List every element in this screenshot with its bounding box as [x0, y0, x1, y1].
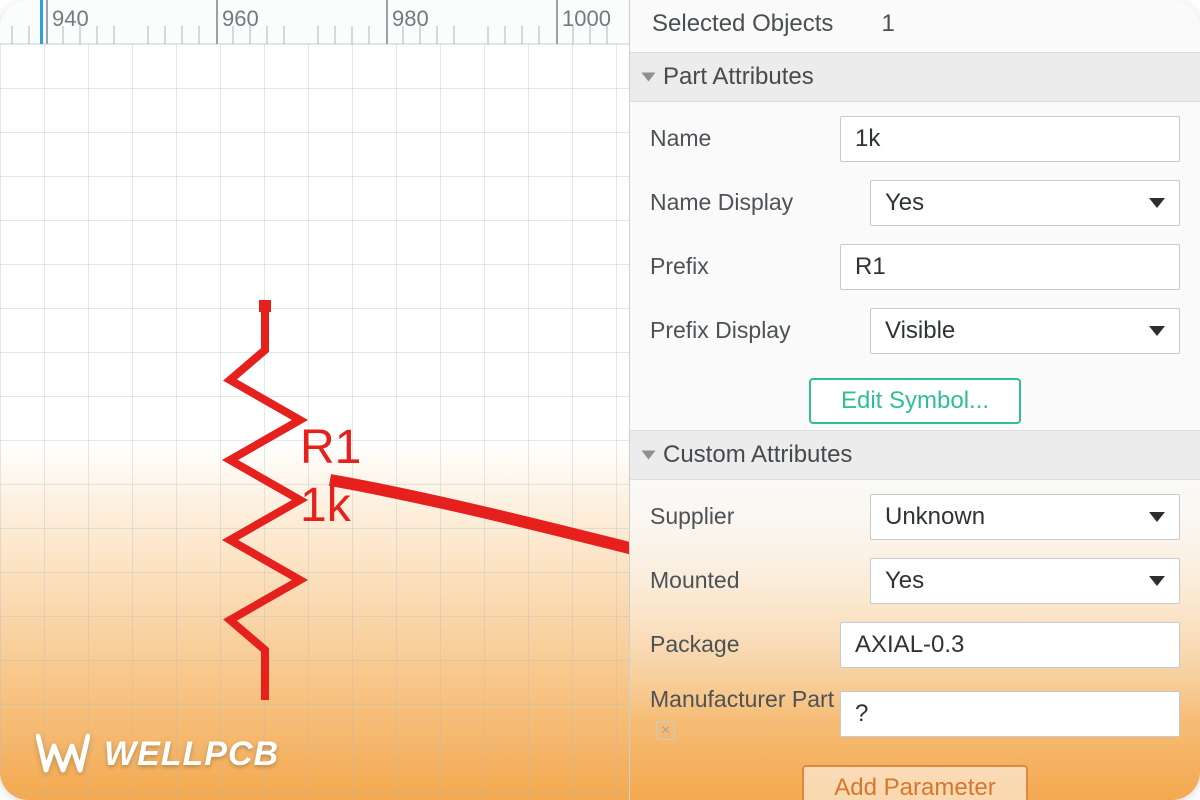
properties-panel: Selected Objects 1 Part Attributes Name …	[630, 0, 1200, 800]
section-title: Part Attributes	[663, 63, 814, 91]
ruler-label: 960	[222, 6, 259, 32]
name-input[interactable]	[840, 116, 1180, 162]
name-display-select[interactable]: Yes	[870, 180, 1180, 226]
horizontal-ruler: 940 960 980 1000	[0, 0, 629, 44]
manufacturer-part-label: Manufacturer Part ×	[650, 686, 840, 741]
custom-attributes-form: Supplier Unknown Mounted Yes Package	[630, 480, 1200, 800]
select-value: Yes	[885, 567, 924, 595]
chevron-down-icon	[1149, 198, 1165, 208]
ruler-major-tick	[386, 0, 388, 44]
schematic-canvas-pane: 940 960 980 1000 R1 1k WELLPCB	[0, 0, 630, 800]
package-label: Package	[650, 631, 840, 659]
ruler-label: 1000	[562, 6, 611, 32]
custom-attributes-header[interactable]: Custom Attributes	[630, 430, 1200, 480]
prefix-input[interactable]	[840, 244, 1180, 290]
prefix-display-select[interactable]: Visible	[870, 308, 1180, 354]
ruler-cursor-marker	[40, 0, 43, 44]
selected-objects-label: Selected Objects	[652, 10, 833, 38]
select-value: Yes	[885, 189, 924, 217]
mounted-select[interactable]: Yes	[870, 558, 1180, 604]
ruler-label: 940	[52, 6, 89, 32]
package-input[interactable]	[840, 622, 1180, 668]
manufacturer-part-input[interactable]	[840, 691, 1180, 737]
component-value-label[interactable]: 1k	[300, 478, 351, 533]
chevron-down-icon	[1149, 576, 1165, 586]
name-label: Name	[650, 125, 840, 153]
supplier-label: Supplier	[650, 503, 870, 531]
clear-icon[interactable]: ×	[656, 721, 675, 740]
ruler-major-tick	[556, 0, 558, 44]
supplier-select[interactable]: Unknown	[870, 494, 1180, 540]
app-frame: 940 960 980 1000 R1 1k WELLPCB	[0, 0, 1200, 800]
prefix-label: Prefix	[650, 253, 840, 281]
chevron-down-icon	[1149, 326, 1165, 336]
chevron-down-icon	[1149, 512, 1165, 522]
selected-objects-count: 1	[881, 10, 894, 38]
selection-info: Selected Objects 1	[630, 0, 1200, 52]
name-display-label: Name Display	[650, 189, 870, 217]
part-attributes-form: Name Name Display Yes Prefix Prefix Disp…	[630, 102, 1200, 430]
add-parameter-button[interactable]: Add Parameter	[802, 765, 1027, 800]
watermark: WELLPCB	[36, 732, 279, 776]
collapse-icon	[642, 451, 656, 460]
prefix-display-label: Prefix Display	[650, 317, 870, 345]
ruler-ticks	[0, 0, 629, 44]
select-value: Unknown	[885, 503, 985, 531]
edit-symbol-button[interactable]: Edit Symbol...	[809, 378, 1021, 424]
wellpcb-logo-icon	[36, 732, 90, 776]
ruler-major-tick	[46, 0, 48, 44]
select-value: Visible	[885, 317, 955, 345]
ruler-label: 980	[392, 6, 429, 32]
collapse-icon	[642, 73, 656, 82]
section-title: Custom Attributes	[663, 441, 852, 469]
ruler-major-tick	[216, 0, 218, 44]
part-attributes-header[interactable]: Part Attributes	[630, 52, 1200, 102]
resistor-component[interactable]	[185, 300, 405, 720]
manufacturer-part-text: Manufacturer Part	[650, 686, 834, 712]
mounted-label: Mounted	[650, 567, 870, 595]
component-prefix-label[interactable]: R1	[300, 420, 361, 475]
watermark-text: WELLPCB	[104, 735, 279, 774]
